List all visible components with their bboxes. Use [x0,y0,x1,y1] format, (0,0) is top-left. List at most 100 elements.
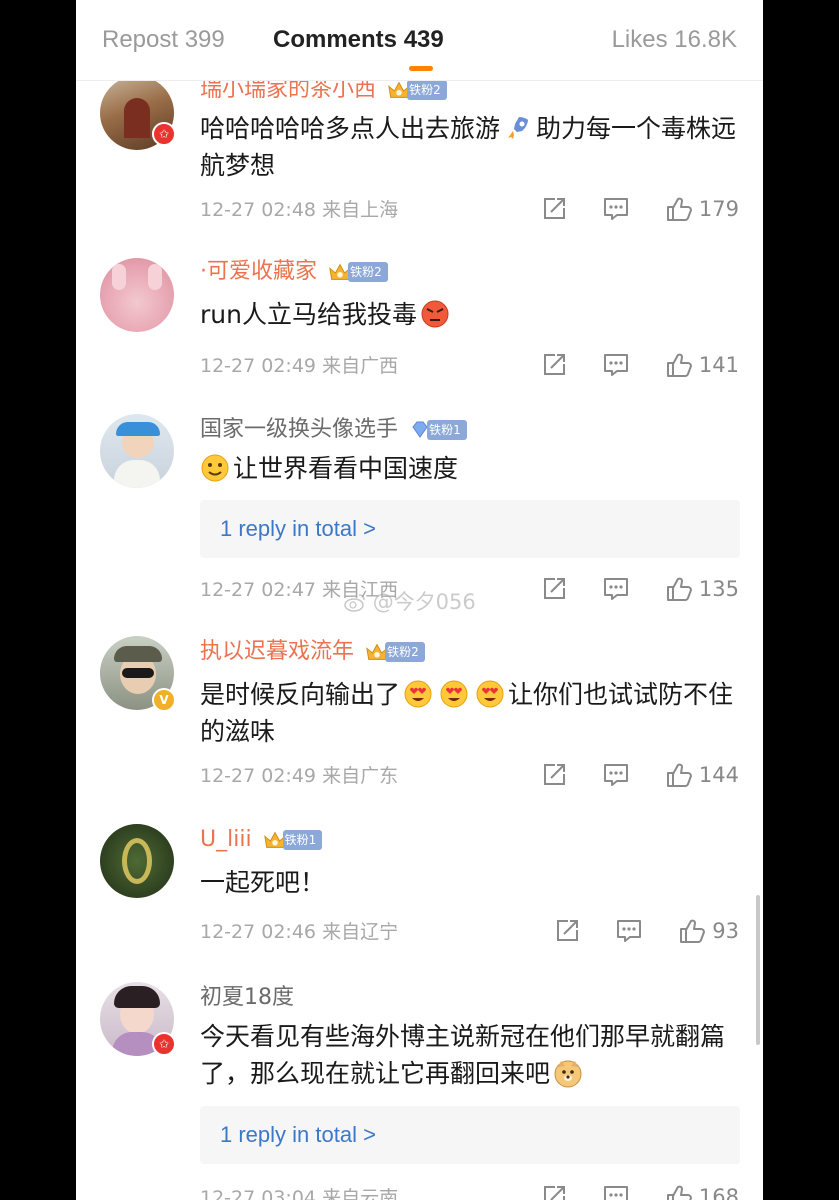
comment-text: run人立马给我投毒 [200,296,740,333]
reply-summary-box[interactable]: 1 reply in total > [200,500,740,558]
comment-item: ✩ 初夏18度 今天看见有些海外博主说新冠在他们那早就翻篇了，那么现在就让它再翻… [76,980,763,1200]
comment-time: 12-27 02:46 [200,921,317,943]
comment-actions: 179 [511,194,739,224]
angry-face-emoji-icon [420,299,450,329]
scrollbar[interactable] [756,895,760,1045]
nickname[interactable]: U_liii [200,824,252,856]
reply-icon[interactable] [602,1184,630,1200]
verified-v-badge-icon: V [152,688,176,712]
comment-location: 来自广东 [322,765,399,787]
comment-text-part: 今天看见有些海外博主说新冠在他们那早就翻篇了，那么现在就让它再翻回来吧 [200,1022,726,1088]
comment-text: 让世界看看中国速度 [200,450,740,487]
doge-emoji-icon [553,1058,583,1088]
comment-meta: 12-27 02:46 来自辽宁 [200,918,398,946]
like-icon[interactable] [665,195,693,223]
comment-time: 12-27 02:48 [200,199,317,221]
comment-location: 来自云南 [322,1187,399,1200]
comment-time: 12-27 02:49 [200,355,317,377]
tab-repost[interactable]: Repost 399 [102,24,225,56]
like-count: 144 [698,763,739,787]
fan-badge-label: 铁粉2 [385,642,425,662]
comment-actions: 144 [511,760,739,790]
fan-badge: 铁粉2 [328,261,388,283]
share-icon[interactable] [541,352,567,378]
reply-icon[interactable] [615,918,643,944]
comment-location: 来自上海 [322,199,399,221]
comment-location: 来自辽宁 [322,921,399,943]
comment-actions: 93 [524,916,739,946]
nickname[interactable]: 国家一级换头像选手 [200,414,398,446]
nickname[interactable]: 执以迟暮戏流年 [200,636,354,668]
fan-badge: 铁粉2 [387,79,447,101]
heart-eyes-emoji-icon [403,679,433,709]
weibo-comments-screen: Repost 399 Comments 439 Likes 16.8K ✩ 瑞小… [76,0,763,1200]
reply-summary-box[interactable]: 1 reply in total > [200,1106,740,1164]
comment-actions: 168 [511,1182,739,1200]
avatar[interactable] [100,824,174,898]
fan-badge: 铁粉2 [365,641,425,663]
heart-eyes-emoji-icon [439,679,469,709]
fan-badge-label: 铁粉1 [427,420,467,440]
like-icon[interactable] [665,761,693,789]
reply-icon[interactable] [602,352,630,378]
like-count: 135 [698,577,739,601]
reply-icon[interactable] [602,576,630,602]
reply-icon[interactable] [602,196,630,222]
comment-time: 12-27 02:47 [200,579,317,601]
share-icon[interactable] [541,762,567,788]
like-icon[interactable] [678,917,706,945]
share-icon[interactable] [541,576,567,602]
comment-meta: 12-27 02:49 来自广东 [200,762,398,790]
tab-comments[interactable]: Comments 439 [273,24,444,56]
like-icon[interactable] [665,1183,693,1200]
comment-location: 来自广西 [322,355,399,377]
share-icon[interactable] [541,1184,567,1200]
share-icon[interactable] [541,196,567,222]
tab-bar: Repost 399 Comments 439 Likes 16.8K [76,0,763,81]
like-icon[interactable] [665,575,693,603]
comment-text-part: 是时候反向输出了 [200,680,401,709]
heart-eyes-emoji-icon [475,679,505,709]
avatar[interactable] [100,258,174,332]
like-icon[interactable] [665,351,693,379]
verified-badge-icon: ✩ [152,122,176,146]
tab-likes[interactable]: Likes 16.8K [612,24,737,56]
comment-text: 哈哈哈哈哈多点人出去旅游 助力每一个毒株远航梦想 [200,110,740,184]
avatar[interactable] [100,414,174,488]
comment-meta: 12-27 03:04 来自云南 [200,1184,398,1200]
comment-text: 今天看见有些海外博主说新冠在他们那早就翻篇了，那么现在就让它再翻回来吧 [200,1018,740,1092]
comment-text-part: run人立马给我投毒 [200,300,417,329]
reply-icon[interactable] [602,762,630,788]
smirk-face-emoji-icon [200,453,230,483]
comment-text: 是时候反向输出了 让你们也试试防不住的滋味 [200,676,740,750]
fan-badge-label: 铁粉2 [348,262,388,282]
like-count: 93 [712,919,739,943]
fan-badge-label: 铁粉2 [407,80,447,100]
comment-item: ✩ 瑞小瑞家的茶小西 铁粉2 哈哈哈哈哈多点人出去旅游 助力每一个毒株远航梦想 1… [76,70,763,240]
comment-text-part: 让世界看看中国速度 [233,454,459,483]
nickname[interactable]: 初夏18度 [200,982,294,1014]
fan-badge: 铁粉1 [409,419,467,441]
like-count: 141 [698,353,739,377]
nickname[interactable]: ·可爱收藏家 [200,256,317,288]
comment-text: 一起死吧！ [200,864,740,901]
comment-text-part: 一起死吧！ [200,868,326,897]
share-icon[interactable] [554,918,580,944]
weibo-logo-icon [344,594,365,612]
like-count: 168 [698,1185,739,1200]
fan-badge: 铁粉1 [263,829,323,851]
comment-time: 12-27 03:04 [200,1187,317,1200]
verified-badge-icon: ✩ [152,1032,176,1056]
comment-item: 国家一级换头像选手 铁粉1 让世界看看中国速度 1 reply in total… [76,412,763,612]
comment-text-part: 哈哈哈哈哈多点人出去旅游 [200,114,501,143]
comment-time: 12-27 02:49 [200,765,317,787]
reply-count-link[interactable]: 1 reply in total > [220,1119,376,1151]
active-tab-indicator [409,66,433,71]
comment-item: ·可爱收藏家 铁粉2 run人立马给我投毒 12-27 02:49 来自广西 1… [76,256,763,396]
comment-actions: 141 [511,350,739,380]
comment-item: U_liii 铁粉1 一起死吧！ 12-27 02:46 来自辽宁 93 [76,822,763,962]
comment-actions: 135 [511,574,739,604]
reply-count-link[interactable]: 1 reply in total > [220,513,376,545]
like-count: 179 [698,197,739,221]
watermark: @今夕056 [344,590,476,614]
